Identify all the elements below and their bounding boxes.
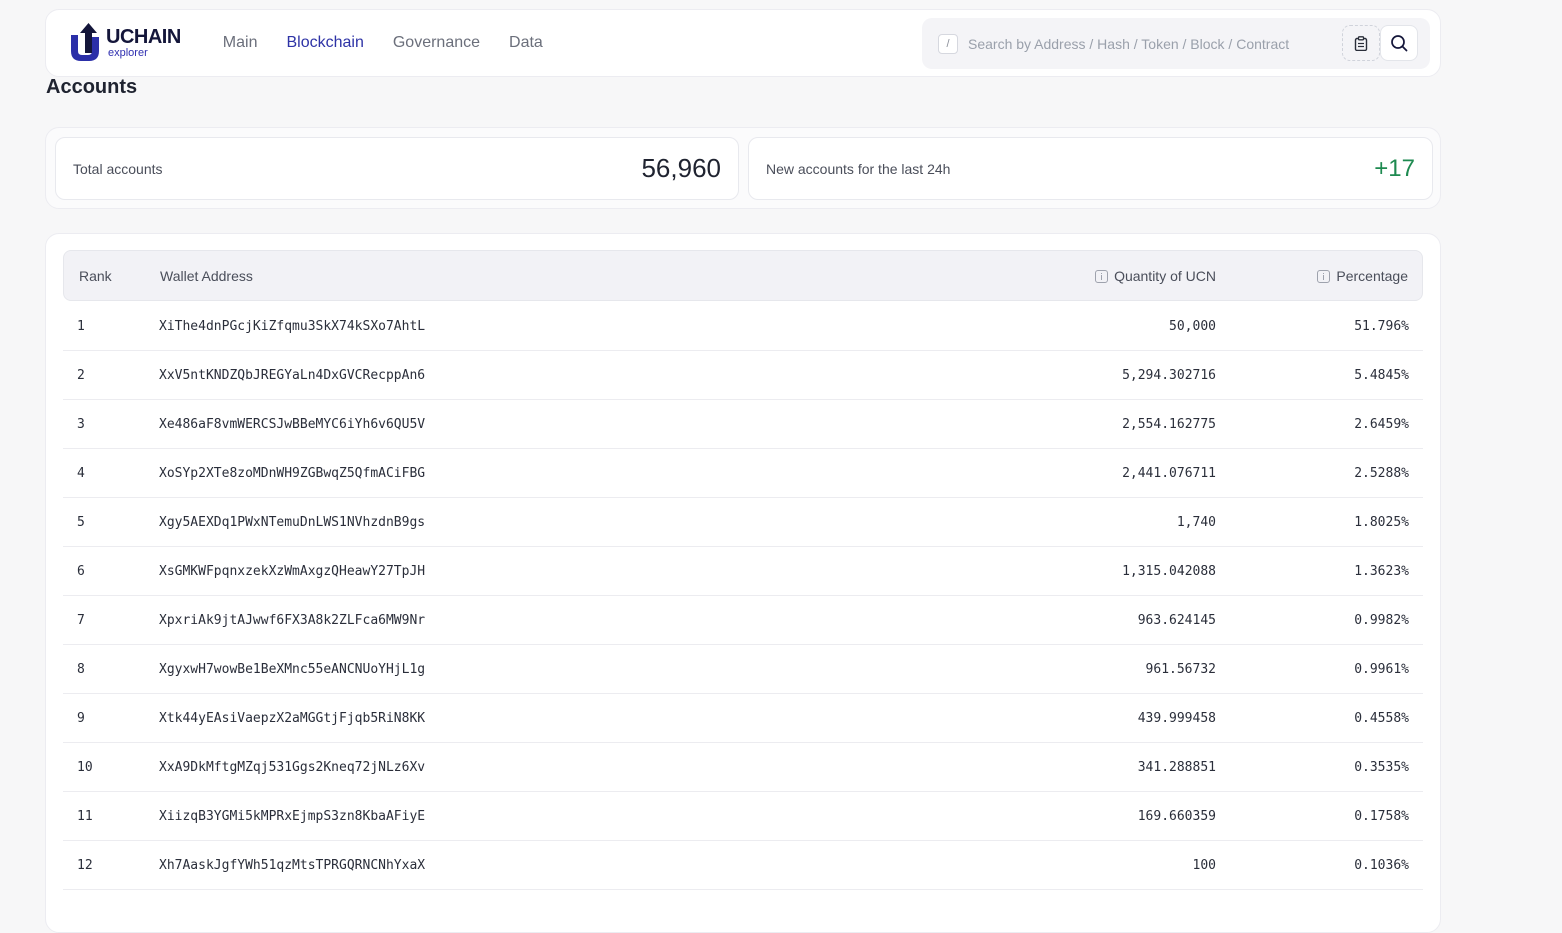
brand-subtitle: explorer xyxy=(108,47,148,59)
header-quantity-label: Quantity of UCN xyxy=(1114,268,1216,284)
nav-governance[interactable]: Governance xyxy=(393,34,480,52)
search-input[interactable] xyxy=(968,35,1338,52)
row-percentage: 0.3535% xyxy=(1354,760,1409,775)
row-percentage: 0.1036% xyxy=(1354,858,1409,873)
header-rank: Rank xyxy=(79,268,112,284)
total-accounts-card: Total accounts 56,960 xyxy=(55,137,739,200)
table-header: Rank Wallet Address Quantity of UCN Perc… xyxy=(63,250,1423,301)
accounts-table: Rank Wallet Address Quantity of UCN Perc… xyxy=(45,233,1441,933)
table-row: 3 Xe486aF8vmWERCSJwBBeMYC6iYh6v6QU5V 2,554… xyxy=(63,400,1423,449)
row-quantity: 5,294.302716 xyxy=(1122,368,1216,383)
row-rank: 9 xyxy=(77,711,85,726)
wallet-address-link[interactable]: XiThe4dnPGcjKiZfqmu3SkX74kSXo7AhtL xyxy=(159,319,425,334)
row-percentage: 0.9982% xyxy=(1354,613,1409,628)
row-rank: 3 xyxy=(77,417,85,432)
table-row: 7 XpxriAk9jtAJwwf6FX3A8k2ZLFca6MW9Nr 963.6… xyxy=(63,596,1423,645)
row-quantity: 169.660359 xyxy=(1137,809,1216,824)
table-row: 1 XiThe4dnPGcjKiZfqmu3SkX74kSXo7AhtL 50,00… xyxy=(63,302,1423,351)
table-row: 9 Xtk44yEAsiVaepzX2aMGGtjFjqb5RiN8KK 439.9… xyxy=(63,694,1423,743)
row-rank: 5 xyxy=(77,515,85,530)
row-rank: 2 xyxy=(77,368,85,383)
top-header: UCHAIN explorer Main Blockchain Governan… xyxy=(45,9,1441,77)
new-accounts-card: New accounts for the last 24h +17 xyxy=(748,137,1433,200)
wallet-address-link[interactable]: Xtk44yEAsiVaepzX2aMGGtjFjqb5RiN8KK xyxy=(159,711,425,726)
row-quantity: 50,000 xyxy=(1169,319,1216,334)
wallet-address-link[interactable]: XoSYp2XTe8zoMDnWH9ZGBwqZ5QfmACiFBG xyxy=(159,466,425,481)
row-quantity: 2,441.076711 xyxy=(1122,466,1216,481)
wallet-address-link[interactable]: XgyxwH7wowBe1BeXMnc55eANCNUoYHjL1g xyxy=(159,662,425,677)
logo-text: UCHAIN explorer xyxy=(106,27,181,59)
table-row: 2 XxV5ntKNDZQbJREGYaLn4DxGVCReсppAn6 5,294… xyxy=(63,351,1423,400)
row-percentage: 0.4558% xyxy=(1354,711,1409,726)
table-row: 10 XxA9DkMftgMZqj531Ggs2Kneq72jNLz6Xv 341.… xyxy=(63,743,1423,792)
row-quantity: 1,740 xyxy=(1176,515,1216,530)
row-quantity: 2,554.162775 xyxy=(1122,417,1216,432)
header-percentage-label: Percentage xyxy=(1336,268,1408,284)
brand-title: UCHAIN xyxy=(106,26,181,48)
nav-blockchain[interactable]: Blockchain xyxy=(286,34,363,52)
table-body: 1 XiThe4dnPGcjKiZfqmu3SkX74kSXo7AhtL 50,00… xyxy=(63,302,1423,890)
row-quantity: 963.624145 xyxy=(1137,613,1216,628)
row-percentage: 51.796% xyxy=(1354,319,1409,334)
row-percentage: 5.4845% xyxy=(1354,368,1409,383)
header-percentage: Percentage xyxy=(1317,268,1408,284)
nav-main[interactable]: Main xyxy=(223,34,258,52)
wallet-address-link[interactable]: Xgy5AEXDq1PWxNTemuDnLWS1NVhzdnB9gs xyxy=(159,515,425,530)
total-accounts-label: Total accounts xyxy=(73,160,163,177)
shortcut-key-hint: / xyxy=(938,33,958,54)
paste-button[interactable] xyxy=(1342,25,1380,61)
table-row: 5 Xgy5AEXDq1PWxNTemuDnLWS1NVhzdnB9gs 1,740… xyxy=(63,498,1423,547)
header-quantity: Quantity of UCN xyxy=(1095,268,1216,284)
row-rank: 8 xyxy=(77,662,85,677)
wallet-address-link[interactable]: XiizqB3YGMi5kMPRxEjmpS3zn8KbaAFiyE xyxy=(159,809,425,824)
wallet-address-link[interactable]: Xe486aF8vmWERCSJwBBeMYC6iYh6v6QU5V xyxy=(159,417,425,432)
stats-panel: Total accounts 56,960 New accounts for t… xyxy=(45,127,1441,209)
new-accounts-label: New accounts for the last 24h xyxy=(766,160,951,177)
row-rank: 11 xyxy=(77,809,93,824)
row-rank: 1 xyxy=(77,319,85,334)
row-rank: 6 xyxy=(77,564,85,579)
info-icon[interactable] xyxy=(1095,269,1109,283)
table-row: 6 XsGMKWFpqnxzekXzWmAxgzQHeawY27TpJH 1,315… xyxy=(63,547,1423,596)
row-rank: 4 xyxy=(77,466,85,481)
wallet-address-link[interactable]: XpxriAk9jtAJwwf6FX3A8k2ZLFca6MW9Nr xyxy=(159,613,425,628)
row-quantity: 341.288851 xyxy=(1137,760,1216,775)
new-accounts-value: +17 xyxy=(1374,154,1415,182)
nav-data[interactable]: Data xyxy=(509,34,543,52)
row-percentage: 1.3623% xyxy=(1354,564,1409,579)
total-accounts-value: 56,960 xyxy=(641,153,721,183)
row-percentage: 2.5288% xyxy=(1354,466,1409,481)
row-rank: 12 xyxy=(77,858,93,873)
main-nav: Main Blockchain Governance Data xyxy=(223,34,543,52)
row-percentage: 0.9961% xyxy=(1354,662,1409,677)
table-row: 8 XgyxwH7wowBe1BeXMnc55eANCNUoYHjL1g 961.5… xyxy=(63,645,1423,694)
search-bar: / xyxy=(922,18,1430,69)
wallet-address-link[interactable]: XsGMKWFpqnxzekXzWmAxgzQHeawY27TpJH xyxy=(159,564,425,579)
row-rank: 10 xyxy=(77,760,93,775)
page-title: Accounts xyxy=(46,76,138,98)
wallet-address-link[interactable]: XxV5ntKNDZQbJREGYaLn4DxGVCReсppAn6 xyxy=(159,368,425,383)
clipboard-icon xyxy=(1354,35,1368,51)
table-row: 11 XiizqB3YGMi5kMPRxEjmpS3zn8KbaAFiyE 169.… xyxy=(63,792,1423,841)
wallet-address-link[interactable]: Xh7AaskJgfYWh51qzMtsTPRGQRNCNhYxaX xyxy=(159,858,425,873)
uchain-logo-icon xyxy=(71,23,99,61)
row-quantity: 1,315.042088 xyxy=(1122,564,1216,579)
row-rank: 7 xyxy=(77,613,85,628)
row-percentage: 2.6459% xyxy=(1354,417,1409,432)
table-row: 4 XoSYp2XTe8zoMDnWH9ZGBwqZ5QfmACiFBG 2,441… xyxy=(63,449,1423,498)
search-icon xyxy=(1391,35,1408,52)
table-row: 12 Xh7AaskJgfYWh51qzMtsTPRGQRNCNhYxaX 100 0… xyxy=(63,841,1423,890)
row-quantity: 100 xyxy=(1192,858,1216,873)
wallet-address-link[interactable]: XxA9DkMftgMZqj531Ggs2Kneq72jNLz6Xv xyxy=(159,760,425,775)
row-quantity: 439.999458 xyxy=(1137,711,1216,726)
header-wallet-address: Wallet Address xyxy=(160,268,253,284)
row-percentage: 0.1758% xyxy=(1354,809,1409,824)
logo[interactable]: UCHAIN explorer xyxy=(68,21,181,65)
search-button[interactable] xyxy=(1380,25,1418,61)
info-icon[interactable] xyxy=(1317,269,1331,283)
row-quantity: 961.56732 xyxy=(1145,662,1216,677)
row-percentage: 1.8025% xyxy=(1354,515,1409,530)
